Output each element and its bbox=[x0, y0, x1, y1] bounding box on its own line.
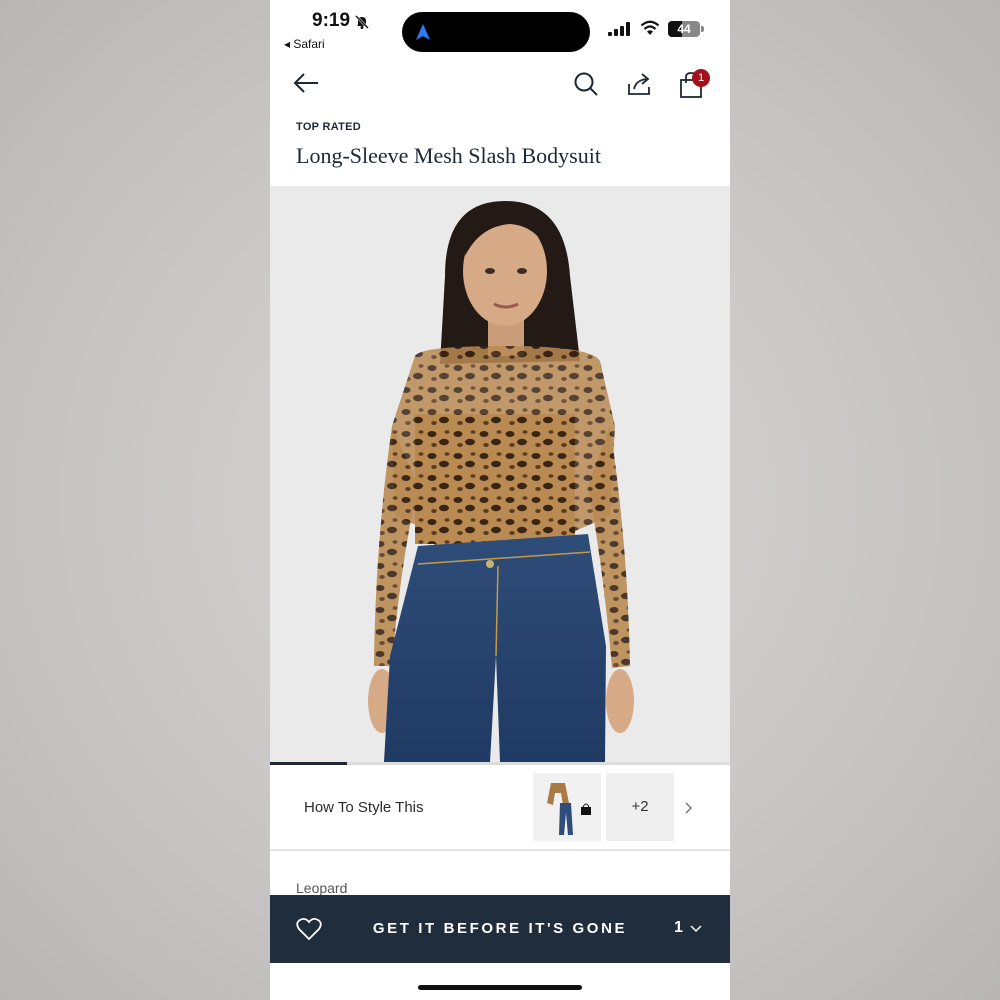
share-icon[interactable] bbox=[625, 70, 653, 98]
battery-nub bbox=[701, 26, 704, 32]
outfit-thumbnail[interactable] bbox=[533, 773, 601, 841]
chevron-right-icon[interactable] bbox=[682, 801, 694, 815]
bell-muted-icon bbox=[355, 15, 369, 29]
battery-indicator: 44 bbox=[668, 21, 700, 37]
quantity-selector[interactable]: 1 bbox=[674, 919, 683, 937]
how-to-style-row[interactable]: How To Style This +2 bbox=[270, 765, 730, 849]
dynamic-island bbox=[402, 12, 590, 52]
battery-percentage: 44 bbox=[677, 22, 691, 36]
add-to-bag-bar: GET IT BEFORE IT'S GONE 1 bbox=[270, 895, 730, 963]
search-icon[interactable] bbox=[572, 70, 600, 98]
model-photo-illustration bbox=[368, 201, 634, 762]
color-name: Leopard bbox=[296, 880, 348, 896]
how-to-style-label: How To Style This bbox=[304, 799, 424, 816]
chevron-down-icon[interactable] bbox=[690, 924, 702, 934]
home-indicator[interactable] bbox=[418, 985, 582, 990]
status-time: 9:19 bbox=[312, 10, 351, 31]
heart-icon[interactable] bbox=[296, 917, 322, 941]
more-outfits-button[interactable]: +2 bbox=[606, 773, 674, 841]
more-outfits-count: +2 bbox=[631, 798, 649, 815]
wifi-icon bbox=[640, 20, 660, 35]
bag-count-badge: 1 bbox=[692, 69, 710, 87]
top-rated-tag: TOP RATED bbox=[296, 121, 362, 133]
location-arrow-icon bbox=[416, 24, 430, 40]
section-divider bbox=[270, 849, 730, 851]
back-to-safari-link[interactable]: ◂ Safari bbox=[284, 37, 325, 51]
outfit-thumbnail-image bbox=[533, 773, 601, 841]
product-photo[interactable] bbox=[270, 186, 730, 762]
add-to-bag-button[interactable]: GET IT BEFORE IT'S GONE bbox=[350, 920, 650, 937]
back-arrow-icon[interactable] bbox=[292, 70, 320, 96]
product-title: Long-Sleeve Mesh Slash Bodysuit bbox=[296, 143, 601, 168]
phone-screen: 9:19 ◂ Safari 44 1 TOP RATED Long-Sleeve… bbox=[270, 0, 730, 1000]
cellular-signal-icon bbox=[608, 22, 630, 36]
